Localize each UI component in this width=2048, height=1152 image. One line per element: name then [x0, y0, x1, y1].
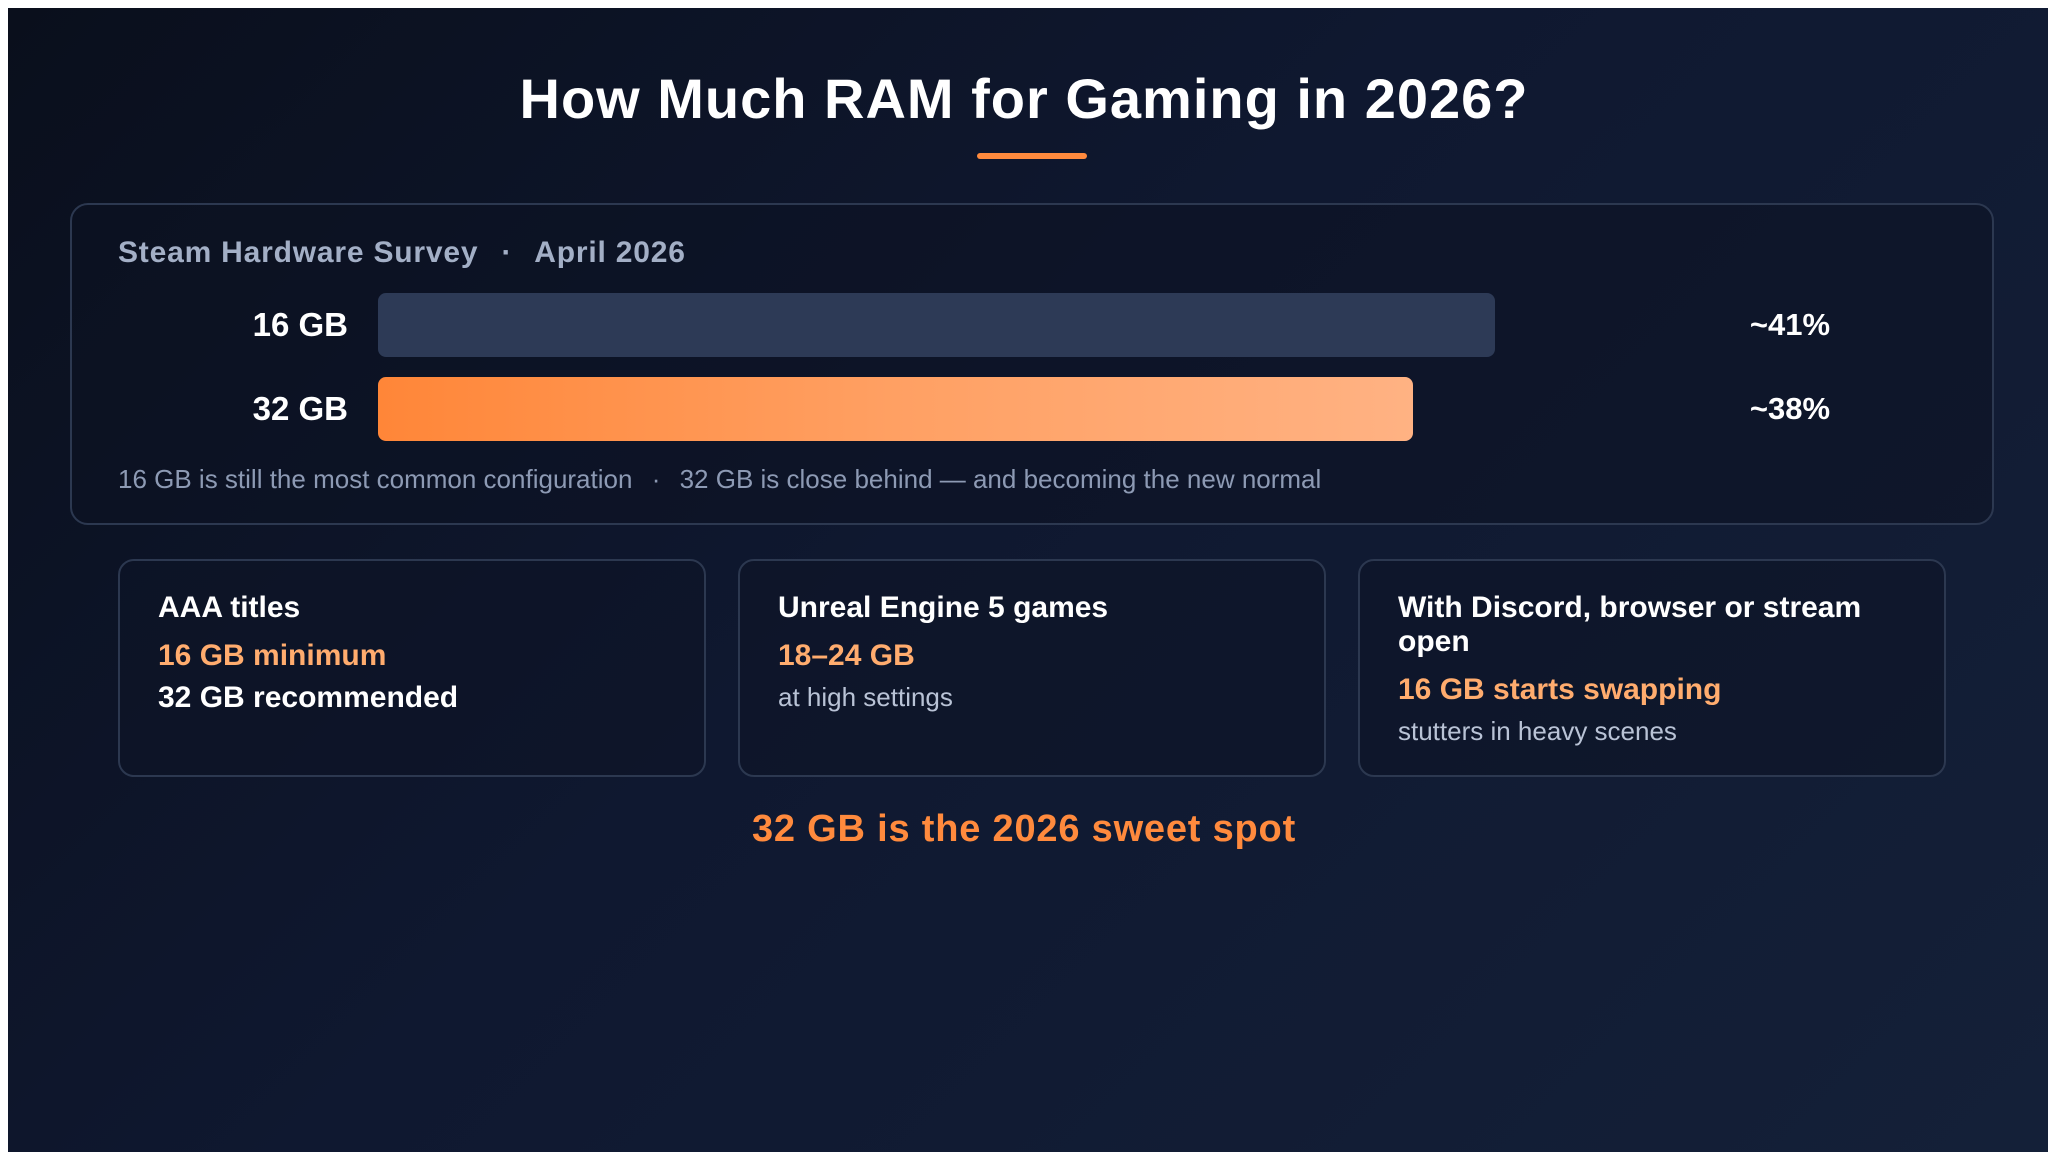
survey-source: Steam Hardware Survey — [118, 236, 479, 269]
bar-row-16gb: 16 GB ~41% — [0, 293, 2048, 357]
card-title: AAA titles — [158, 591, 301, 624]
survey-note: 16 GB is still the most common configura… — [118, 464, 1321, 495]
card-highlight: 16 GB starts swapping — [1398, 673, 1722, 706]
bar-label-16gb: 16 GB — [252, 306, 348, 343]
page-title: How Much RAM for Gaming in 2026? — [519, 67, 1529, 130]
survey-date: April 2026 — [534, 236, 686, 269]
card-title: With Discord, browser or stream open — [1398, 591, 1862, 658]
title-underline — [977, 153, 1087, 159]
survey-note-separator: · — [651, 464, 661, 494]
bar-row-32gb: 32 GB ~38% — [0, 377, 2048, 441]
bar-track-16gb — [378, 293, 1498, 357]
card-highlight: 18–24 GB — [778, 639, 915, 672]
card-detail: stutters in heavy scenes — [1398, 716, 1677, 746]
conclusion-text: 32 GB is the 2026 sweet spot — [751, 808, 1297, 850]
card-title: Unreal Engine 5 games — [778, 591, 1109, 624]
bar-value-32gb: ~38% — [1749, 391, 1831, 426]
survey-heading: Steam Hardware Survey · April 2026 — [118, 236, 686, 270]
bar-16gb — [378, 293, 1495, 357]
bar-label-32gb: 32 GB — [252, 390, 348, 427]
card-highlight: 16 GB minimum — [158, 639, 387, 672]
card-detail: at high settings — [778, 682, 953, 712]
bar-32gb — [378, 377, 1413, 441]
card-aaa-titles: AAA titles 16 GB minimum 32 GB recommend… — [118, 559, 706, 777]
card-detail-strong: 32 GB recommended — [158, 681, 459, 714]
survey-separator: · — [501, 236, 513, 269]
survey-note-left: 16 GB is still the most common configura… — [118, 464, 633, 494]
card-unreal-engine-5: Unreal Engine 5 games 18–24 GB at high s… — [738, 559, 1326, 777]
card-multitasking: With Discord, browser or stream open 16 … — [1358, 559, 1946, 777]
bar-track-32gb — [378, 377, 1498, 441]
bar-value-16gb: ~41% — [1749, 307, 1831, 342]
survey-note-right: 32 GB is close behind — and becoming the… — [679, 464, 1322, 494]
